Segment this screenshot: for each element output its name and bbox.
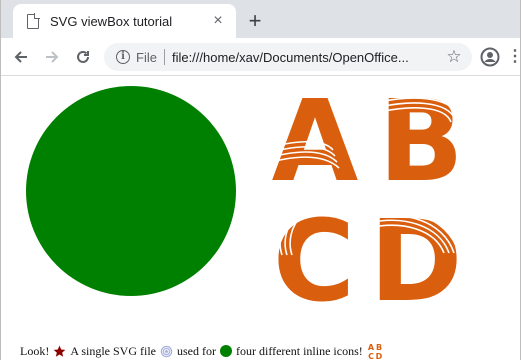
url-text[interactable]: file:///home/xav/Documents/OpenOffice... [172, 50, 440, 65]
scheme-label: File [136, 49, 157, 65]
close-tab-icon[interactable]: × [210, 13, 226, 29]
caption-single-svg: A single SVG file [70, 343, 156, 358]
letter-b-icon: B [371, 83, 464, 185]
arrow-right-icon [46, 50, 59, 63]
green-circle-icon [220, 345, 232, 357]
letter-c-icon: C [273, 209, 355, 305]
letter-a: A [272, 90, 359, 185]
caption-used-for: used for [177, 343, 216, 358]
reload-icon [77, 50, 89, 63]
tab-strip: SVG viewBox tutorial × + [1, 0, 520, 38]
mini-letter-d: D [375, 352, 382, 360]
toolbar: i File file:///home/xav/Documents/OpenOf… [1, 38, 520, 76]
bookmark-star-icon[interactable]: ☆ [444, 47, 464, 67]
tab-title: SVG viewBox tutorial [50, 13, 173, 29]
profile-icon[interactable] [480, 47, 500, 67]
green-circle [26, 86, 236, 296]
back-button[interactable] [10, 46, 32, 68]
caption-look: Look! [20, 343, 50, 358]
caption-four-icons: four different inline icons! [236, 343, 363, 358]
mini-letter-b: B [376, 343, 382, 352]
letter-d-icon: D [368, 205, 462, 305]
address-bar[interactable]: i File file:///home/xav/Documents/OpenOf… [104, 43, 472, 71]
forward-button[interactable] [41, 46, 63, 68]
letter-a-icon: A [263, 90, 359, 185]
mini-letter-a: A [368, 343, 375, 352]
reload-button[interactable] [72, 46, 94, 68]
divider [163, 49, 165, 65]
svg-file-icon [160, 345, 173, 357]
caption: Look! A single SVG file used for four di… [20, 342, 387, 360]
tab-svg-viewbox-tutorial[interactable]: SVG viewBox tutorial × [13, 4, 236, 38]
abcd-letters-icon: A B C D [368, 343, 383, 360]
info-icon[interactable]: i [116, 50, 130, 64]
new-tab-button[interactable]: + [244, 10, 266, 32]
star-icon [53, 345, 66, 357]
menu-icon[interactable]: ⋮ [507, 47, 521, 67]
browser-window: SVG viewBox tutorial × + i File file:///… [0, 0, 521, 360]
arrow-left-icon [14, 50, 27, 63]
mini-letter-c: C [368, 352, 374, 360]
page-content: A B C D Look! A single SVG file used for… [1, 77, 520, 360]
page-icon [27, 13, 40, 29]
